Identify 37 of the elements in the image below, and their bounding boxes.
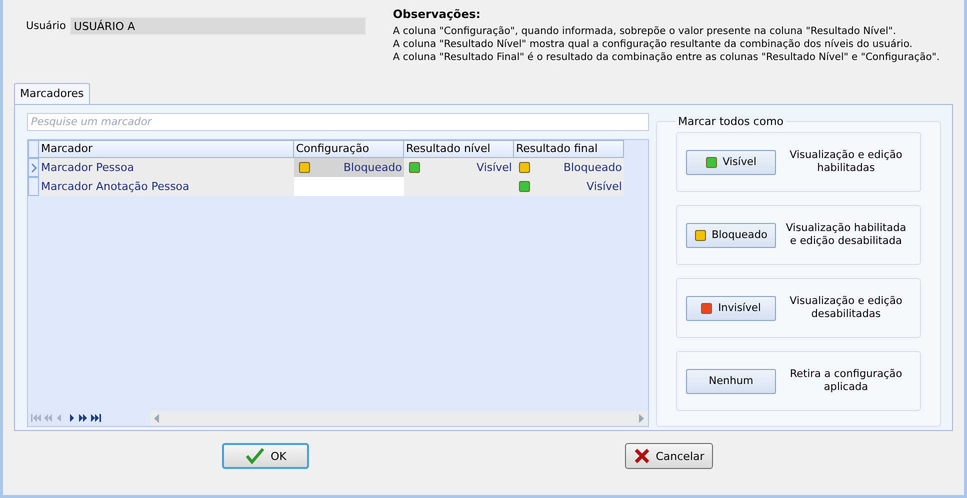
table-cell: Marcador Anotação Pessoa [39,177,294,196]
column-header[interactable]: Resultado final [514,140,624,158]
status-text: Visível [476,161,512,174]
check-icon [244,447,265,465]
close-icon [634,448,650,464]
status-text: Bloqueado [343,161,402,174]
option-description: Visualização e edição desabilitadas [788,295,904,321]
note-line: A coluna "Resultado Final" é o resultado da combinação entre as colunas "Resultado Nível" e "Configuração". [392,51,940,64]
option-description: Visualização habilitada e edição desabilitada [784,222,908,248]
scroll-right-icon[interactable] [638,414,644,422]
cancel-button[interactable]: Cancelar [625,443,713,469]
tab[interactable]: Marcadores [14,83,90,104]
group-title: Marcar todos como [677,115,785,128]
user-label: Usuário [26,20,66,32]
ok-button[interactable]: OK [222,443,309,469]
column-header[interactable]: Marcador [39,140,294,158]
table-cell: Marcador Pessoa [39,158,294,177]
note-line: A coluna "Configuração", quando informada, sobrepõe o valor presente na coluna "Resultado Nível". [392,25,898,38]
status-text: Visível [586,180,622,193]
mark-button[interactable]: Bloqueado [686,222,776,248]
current-row-icon [30,162,38,172]
row-indicator[interactable] [28,177,39,196]
mark-button[interactable]: Invisível [686,296,776,320]
option-description: Visualização e edição habilitadas [788,149,904,175]
mark-button[interactable]: Nenhum [686,368,776,394]
column-header[interactable]: Resultado nível [404,140,514,158]
option-description: Retira a configuração aplicada [788,368,904,394]
search-field[interactable]: Pesquise um marcador [27,113,649,131]
user-field[interactable]: USUÁRIO A [70,17,366,35]
scroll-left-icon[interactable] [154,414,160,422]
row-indicator[interactable] [28,158,39,177]
horizontal-scrollbar[interactable] [150,411,648,425]
status-text: Bloqueado [563,161,622,174]
column-header[interactable]: Configuração [294,140,404,158]
mark-button[interactable]: Visível [686,150,776,174]
notes-title: Observações: [392,7,482,21]
note-line: A coluna "Resultado Nível" mostra qual a configuração resultante da combinação dos níveis do usuário. [392,38,914,51]
